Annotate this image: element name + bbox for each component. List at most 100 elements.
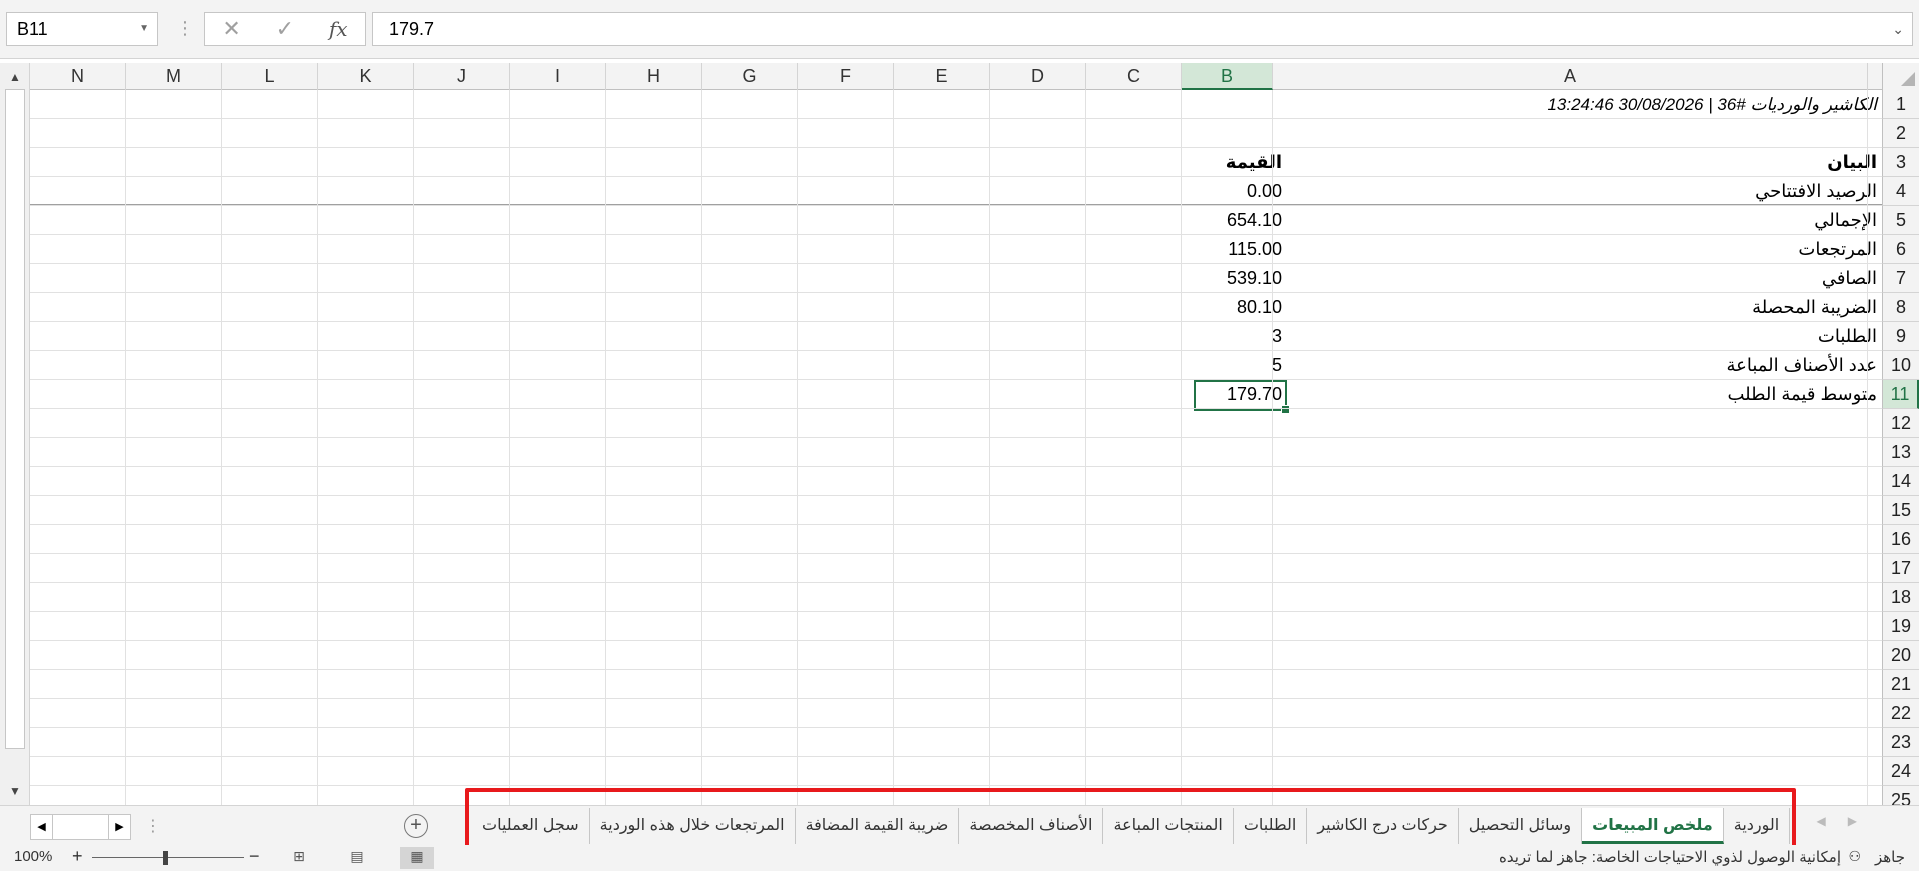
row-header-3[interactable]: 3 xyxy=(1882,148,1919,177)
chevron-down-icon[interactable]: ⌄ xyxy=(1892,13,1904,45)
chevron-down-icon[interactable]: ▼ xyxy=(139,13,149,45)
label-cell[interactable]: الإجمالي xyxy=(1287,206,1882,235)
gridline xyxy=(30,147,1882,148)
row-header-9[interactable]: 9 xyxy=(1882,322,1919,351)
page-break-view-icon[interactable]: ⊞ xyxy=(282,847,316,869)
row-header-5[interactable]: 5 xyxy=(1882,206,1919,235)
label-cell[interactable]: عدد الأصناف المباعة xyxy=(1287,351,1882,380)
row-header-15[interactable]: 15 xyxy=(1882,496,1919,525)
column-header-h[interactable]: H xyxy=(606,63,702,90)
sheet-tab[interactable]: ملخص المبيعات xyxy=(1582,808,1724,844)
row-header-16[interactable]: 16 xyxy=(1882,525,1919,554)
scroll-down-icon[interactable]: ▼ xyxy=(5,781,25,801)
gridline xyxy=(30,205,1882,206)
column-header-d[interactable]: D xyxy=(990,63,1086,90)
row-header-10[interactable]: 10 xyxy=(1882,351,1919,380)
column-header-g[interactable]: G xyxy=(702,63,798,90)
cancel-icon[interactable]: ✕ xyxy=(222,16,240,42)
select-all-corner[interactable] xyxy=(1882,63,1919,90)
accessibility-icon: ⚇ xyxy=(1848,848,1861,864)
zoom-level[interactable]: 100% xyxy=(14,848,52,865)
row-header-22[interactable]: 22 xyxy=(1882,699,1919,728)
row-header-7[interactable]: 7 xyxy=(1882,264,1919,293)
column-header-f[interactable]: F xyxy=(798,63,894,90)
row-header-6[interactable]: 6 xyxy=(1882,235,1919,264)
sheet-tab[interactable]: الطلبات xyxy=(1234,808,1308,844)
label-cell[interactable]: الطلبات xyxy=(1287,322,1882,351)
row-header-18[interactable]: 18 xyxy=(1882,583,1919,612)
row-header-21[interactable]: 21 xyxy=(1882,670,1919,699)
row-header-12[interactable]: 12 xyxy=(1882,409,1919,438)
sheet-tab[interactable]: سجل العمليات xyxy=(472,808,590,844)
zoom-slider-thumb[interactable] xyxy=(163,851,168,865)
formula-value: 179.7 xyxy=(389,19,435,39)
label-cell[interactable]: متوسط قيمة الطلب xyxy=(1287,380,1882,409)
row-header-14[interactable]: 14 xyxy=(1882,467,1919,496)
sheet-tab[interactable]: حركات درج الكاشير xyxy=(1307,808,1459,844)
sheet-tab[interactable]: المنتجات المباعة xyxy=(1103,808,1234,844)
row-header-2[interactable]: 2 xyxy=(1882,119,1919,148)
gridline xyxy=(30,437,1882,438)
column-header-c[interactable]: C xyxy=(1086,63,1182,90)
sheet-tabs: الوردية ملخص المبيعات وسائل التحصيل حركات د… xyxy=(472,808,1791,844)
row-header-24[interactable]: 24 xyxy=(1882,757,1919,786)
row-header-1[interactable]: 1 xyxy=(1882,90,1919,119)
gridline xyxy=(30,466,1882,467)
row-header-23[interactable]: 23 xyxy=(1882,728,1919,757)
sheet-tab[interactable]: الوردية xyxy=(1724,808,1791,844)
tabs-split-handle-icon[interactable]: ⋮ xyxy=(145,816,161,836)
column-header-a[interactable]: A xyxy=(1273,63,1868,90)
zoom-out-button[interactable]: − xyxy=(249,846,260,867)
row-header-25[interactable]: 25 xyxy=(1882,786,1919,805)
label-cell[interactable]: الرصيد الافتتاحي xyxy=(1287,177,1882,206)
scroll-right-icon[interactable]: ▶ xyxy=(108,815,130,839)
row-header-4[interactable]: 4 xyxy=(1882,177,1919,206)
scroll-up-icon[interactable]: ▲ xyxy=(5,67,25,87)
sheet-tab[interactable]: المرتجعات خلال هذه الوردية xyxy=(590,808,796,844)
row-header-19[interactable]: 19 xyxy=(1882,612,1919,641)
horizontal-scrollbar[interactable]: ◀ ▶ xyxy=(30,814,131,840)
gridline xyxy=(30,640,1882,641)
sheet-tab[interactable]: وسائل التحصيل xyxy=(1459,808,1583,844)
sheet-title-cell[interactable]: الكاشير والورديات #36 | 30/08/2026 13:24… xyxy=(1547,90,1882,119)
scroll-left-icon[interactable]: ◀ xyxy=(31,815,53,839)
tabs-nav-arrows-icon[interactable]: ◀▶ xyxy=(1817,814,1879,828)
row-header-8[interactable]: 8 xyxy=(1882,293,1919,322)
header-label-cell[interactable]: البيان xyxy=(1287,148,1882,177)
zoom-in-button[interactable]: + xyxy=(72,846,83,867)
add-sheet-button[interactable]: + xyxy=(404,814,428,838)
column-header-i[interactable]: I xyxy=(510,63,606,90)
label-cell[interactable]: الضريبة المحصلة xyxy=(1287,293,1882,322)
column-headers: NMLKJIHGFEDCBA xyxy=(0,63,1919,90)
row-header-13[interactable]: 13 xyxy=(1882,438,1919,467)
column-header-n[interactable]: N xyxy=(30,63,126,90)
gridline xyxy=(30,611,1882,612)
column-header-l[interactable]: L xyxy=(222,63,318,90)
column-header-k[interactable]: K xyxy=(318,63,414,90)
column-header-j[interactable]: J xyxy=(414,63,510,90)
column-header-b[interactable]: B xyxy=(1182,63,1273,90)
normal-view-icon[interactable]: ▦ xyxy=(400,847,434,869)
vertical-scrollbar[interactable]: ▲ ▼ xyxy=(0,63,30,805)
row-header-11[interactable]: 11 xyxy=(1882,380,1919,409)
column-header-e[interactable]: E xyxy=(894,63,990,90)
sheet-tab[interactable]: ضريبة القيمة المضافة xyxy=(796,808,960,844)
sheet-tab[interactable]: الأصناف المخصصة xyxy=(959,808,1104,844)
scrollbar-thumb[interactable] xyxy=(5,89,25,749)
accessibility-status[interactable]: إمكانية الوصول لذوي الاحتياجات الخاصة: ج… xyxy=(1499,848,1841,866)
enter-icon[interactable]: ✓ xyxy=(276,16,294,42)
row-header-20[interactable]: 20 xyxy=(1882,641,1919,670)
zoom-slider[interactable] xyxy=(92,857,244,858)
label-cell[interactable]: المرتجعات xyxy=(1287,235,1882,264)
label-cell[interactable]: الصافي xyxy=(1287,264,1882,293)
worksheet-grid: NMLKJIHGFEDCBA ▲ ▼ الكاشير والورديات #36… xyxy=(0,63,1919,805)
cells-area[interactable]: الكاشير والورديات #36 | 30/08/2026 13:24… xyxy=(30,90,1882,805)
drag-handle-icon[interactable]: ⋮ xyxy=(176,18,194,39)
column-header-m[interactable]: M xyxy=(126,63,222,90)
formula-input[interactable]: 179.7 ⌄ xyxy=(372,12,1913,46)
fx-icon[interactable]: fx xyxy=(329,17,348,41)
row-header-17[interactable]: 17 xyxy=(1882,554,1919,583)
page-layout-view-icon[interactable]: ▤ xyxy=(340,847,374,869)
gridline xyxy=(30,495,1882,496)
name-box[interactable]: B11 ▼ xyxy=(6,12,158,46)
